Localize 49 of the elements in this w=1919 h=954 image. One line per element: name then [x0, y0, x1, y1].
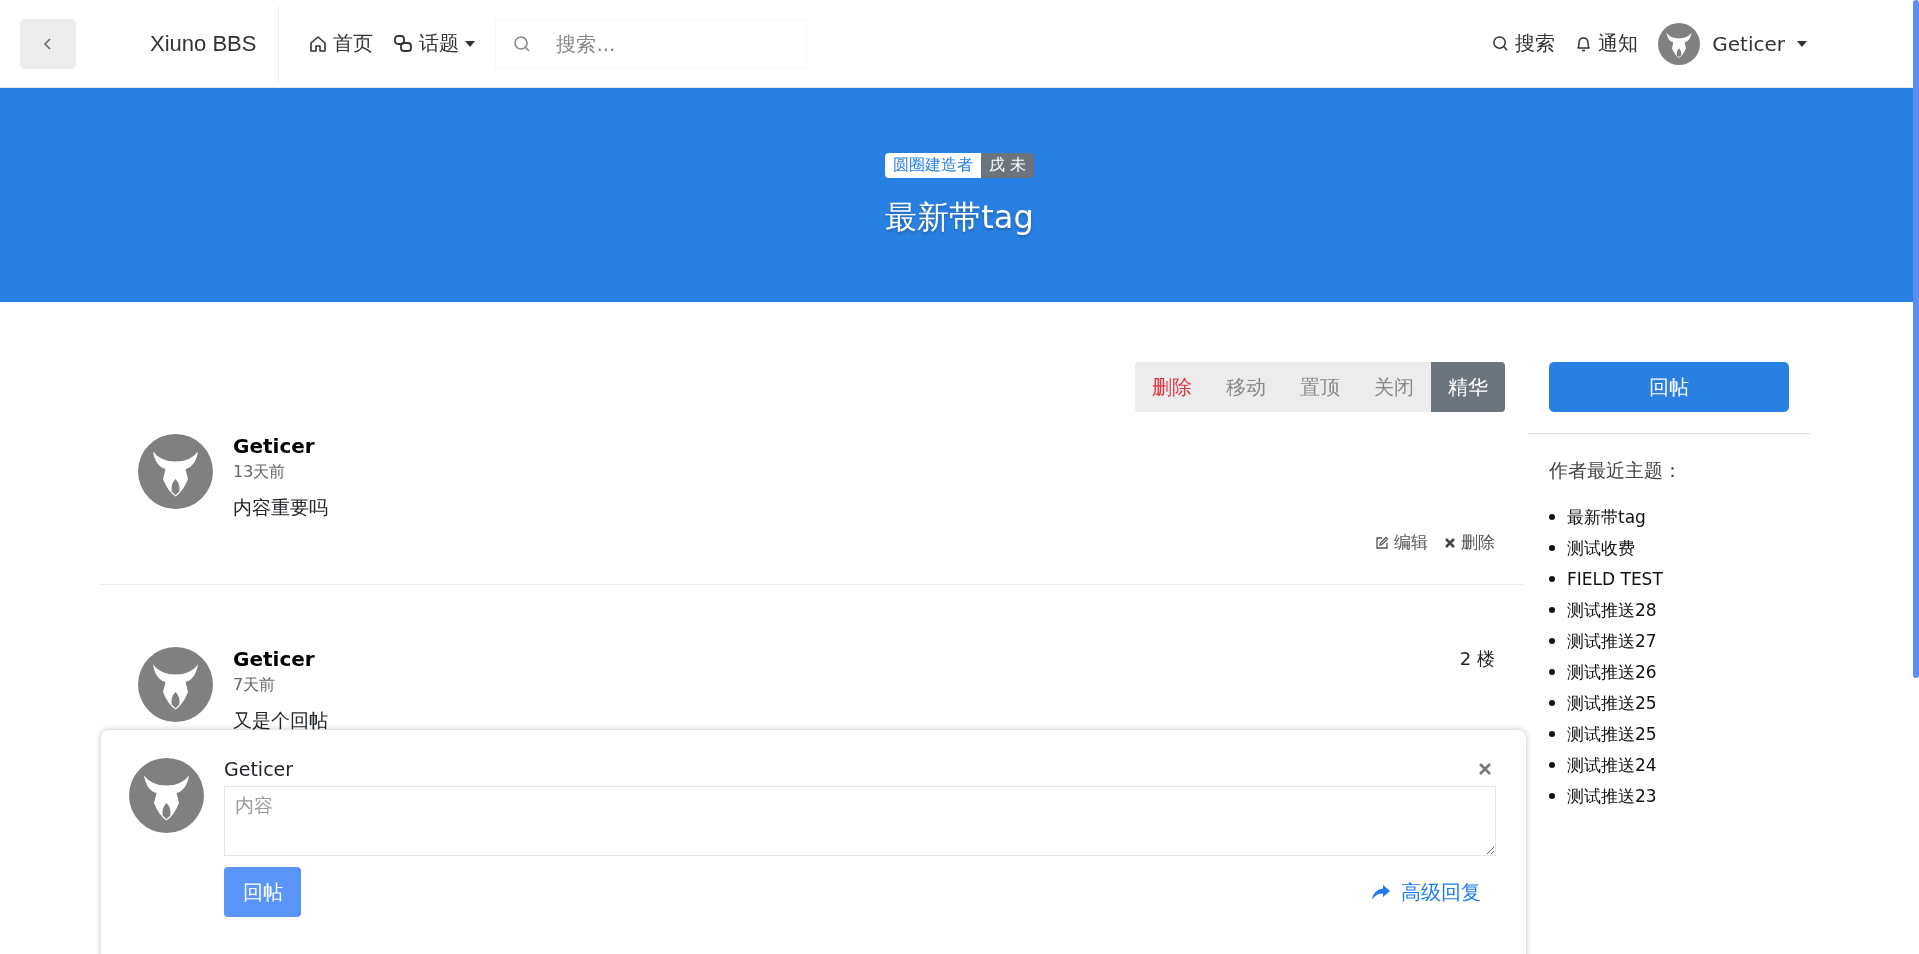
author-name[interactable]: Geticer: [233, 434, 315, 458]
nav-link[interactable]: 搜索: [1492, 30, 1556, 57]
post-time: 13天前: [233, 462, 287, 483]
topic-link[interactable]: 测试推送25: [1549, 689, 1657, 717]
topic-link[interactable]: 测试推送28: [1549, 596, 1657, 624]
tag-badge[interactable]: 圆圈建造者: [884, 153, 981, 178]
author-name: Geticer: [224, 758, 294, 780]
post-time: 7天前: [233, 675, 277, 696]
search-icon: [1492, 35, 1510, 52]
search-icon: [513, 34, 532, 53]
section-heading: 作者最近主题：: [1548, 458, 1683, 483]
chevron-left-icon: [43, 36, 53, 51]
topic-link[interactable]: 测试推送25: [1549, 720, 1657, 748]
post-content: 内容重要吗: [233, 495, 329, 520]
site-logo[interactable]: Xiuno BBS: [150, 30, 257, 57]
scrollbar-thumb[interactable]: [1913, 0, 1919, 678]
nav-link[interactable]: 话题: [393, 30, 476, 57]
topic-link[interactable]: 测试推送24: [1549, 751, 1657, 779]
nav-link[interactable]: 首页: [309, 30, 374, 57]
close-icon: [1444, 536, 1456, 549]
post-action-link[interactable]: 删除: [1444, 531, 1495, 554]
topic-link[interactable]: FIELD TEST: [1549, 565, 1663, 593]
thread-title: 最新带tag: [885, 197, 1034, 238]
tag-badge[interactable]: 戌 未: [980, 153, 1035, 178]
home-icon: [309, 34, 328, 53]
close-icon: [1478, 762, 1492, 776]
topic-link[interactable]: 最新带tag: [1549, 503, 1646, 531]
user-menu[interactable]: Geticer: [1658, 22, 1807, 65]
post-content: 又是个回帖: [233, 708, 329, 733]
floor-number: 2 楼: [1459, 647, 1495, 671]
share-arrow-icon: [1371, 883, 1391, 901]
edit-icon: [1375, 535, 1389, 550]
author-name[interactable]: Geticer: [233, 647, 315, 671]
chat-bubbles-icon: [393, 33, 414, 54]
nav-link[interactable]: 通知: [1575, 30, 1639, 57]
search-field[interactable]: 搜索...: [495, 18, 808, 69]
back-button[interactable]: [20, 18, 76, 69]
topic-link[interactable]: 测试推送23: [1549, 782, 1657, 810]
post-action-link[interactable]: 编辑: [1375, 531, 1428, 554]
reply-button[interactable]: 回帖: [1549, 362, 1789, 412]
topic-link[interactable]: 测试收费: [1549, 534, 1635, 562]
advanced-reply-link[interactable]: 高级回复: [1371, 878, 1481, 906]
reply-input[interactable]: 内容: [224, 786, 1496, 856]
topic-link[interactable]: 测试推送27: [1549, 627, 1657, 655]
user-avatar: [1658, 22, 1701, 65]
bell-icon: [1575, 34, 1593, 53]
moderation-button[interactable]: 删除: [1135, 362, 1209, 412]
topic-link[interactable]: 测试推送26: [1549, 658, 1657, 686]
moderation-button[interactable]: 精华: [1431, 362, 1505, 412]
